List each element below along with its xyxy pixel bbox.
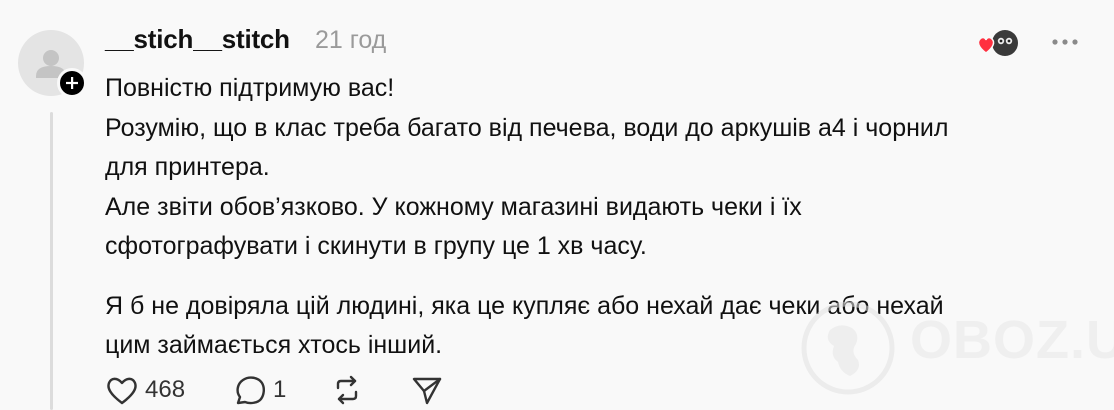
timestamp[interactable]: 21 год	[315, 26, 386, 55]
repost-button[interactable]	[330, 370, 364, 410]
globe-logo-icon	[801, 301, 895, 395]
text-line: сфотографувати і скинути в групу це 1 хв…	[105, 232, 647, 260]
like-button[interactable]: 468	[105, 370, 185, 410]
watermark-text: OBOZ.UA	[910, 310, 1114, 370]
text-line: Розумію, що в клас треба багато від пече…	[105, 113, 949, 142]
paragraph-1: Повністю підтримую вас! Розумію, що в кл…	[105, 69, 1065, 267]
more-options-button[interactable]	[1050, 32, 1080, 52]
text-line: для принтера.	[105, 153, 270, 181]
more-dots-icon	[1052, 39, 1078, 45]
thread-line	[50, 112, 53, 410]
share-button[interactable]	[410, 370, 444, 410]
watermark: OBOZ.UA	[800, 295, 1114, 405]
speech-bubble-icon	[236, 376, 265, 405]
text-line: Але звіти обов’язково. У кожному магазин…	[105, 192, 802, 221]
like-count: 468	[145, 376, 186, 403]
heart-outline-icon	[107, 377, 137, 405]
send-icon	[412, 377, 442, 405]
heart-icon	[977, 36, 995, 54]
text-line: Повністю підтримую вас!	[105, 74, 395, 102]
username[interactable]: __stich__stitch	[105, 24, 290, 55]
reply-button[interactable]: 1	[233, 370, 286, 410]
thread-post: __stich__stitch 21 год Повністю підтриму…	[0, 0, 1114, 410]
plus-icon	[66, 77, 78, 89]
follow-button[interactable]	[57, 68, 87, 98]
repost-icon	[336, 375, 358, 405]
reaction-avatars[interactable]	[976, 28, 1020, 58]
text-line: цим займається хтось інший.	[105, 331, 443, 359]
reply-count: 1	[273, 376, 287, 403]
